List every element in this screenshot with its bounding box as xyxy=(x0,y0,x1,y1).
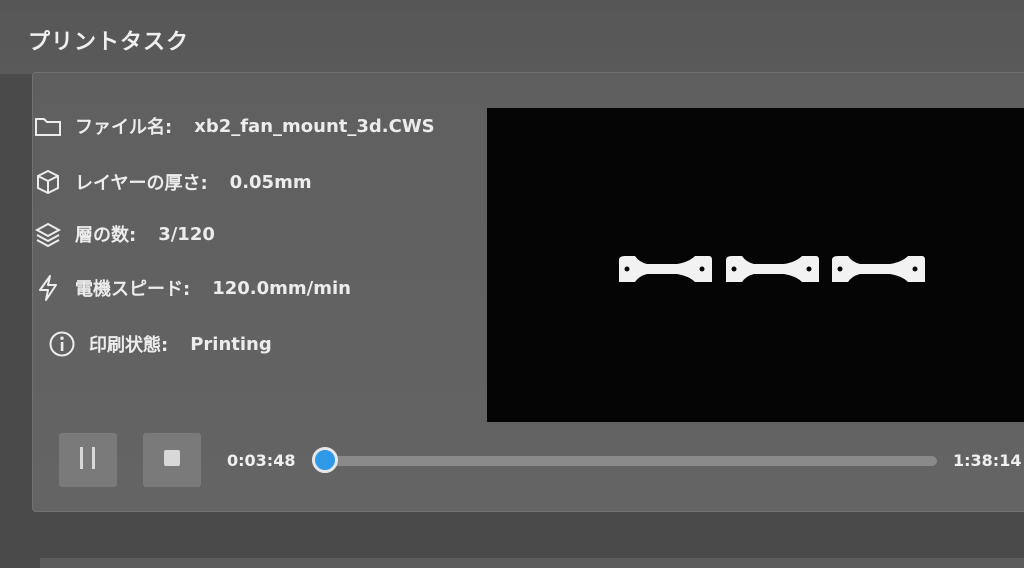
layer-thickness-label: レイヤーの厚さ: xyxy=(75,173,208,194)
next-panel-edge xyxy=(40,558,1024,568)
info-icon xyxy=(47,329,77,359)
file-name-label: ファイル名: xyxy=(75,117,173,138)
model-slice-1 xyxy=(619,256,712,282)
progress-track[interactable] xyxy=(323,456,937,466)
lightning-icon xyxy=(33,273,63,303)
layer-count-value: 3/120 xyxy=(158,223,215,245)
motor-speed-row: 電機スピード: 120.0mm/min xyxy=(33,273,351,303)
model-slice-3 xyxy=(832,256,925,282)
motor-speed-value: 120.0mm/min xyxy=(212,277,351,299)
total-time: 1:38:14 xyxy=(953,451,1022,470)
header-bar: プリントタスク xyxy=(0,0,1024,74)
layers-icon xyxy=(33,219,63,249)
file-name-row: ファイル名: xb2_fan_mount_3d.CWS xyxy=(33,111,435,141)
pause-icon xyxy=(78,445,98,475)
file-name-value: xb2_fan_mount_3d.CWS xyxy=(194,115,435,137)
elapsed-time: 0:03:48 xyxy=(227,451,296,470)
print-task-card: ファイル名: xb2_fan_mount_3d.CWS レイヤーの厚さ: 0.0… xyxy=(32,72,1024,512)
folder-icon xyxy=(33,111,63,141)
page-title: プリントタスク xyxy=(28,30,190,55)
layer-preview xyxy=(487,108,1024,422)
motor-speed-label: 電機スピード: xyxy=(75,279,191,300)
model-slice-2 xyxy=(726,256,819,282)
print-status-row: 印刷状態: Printing xyxy=(47,329,272,359)
layer-thickness-value: 0.05mm xyxy=(229,171,312,193)
pause-button[interactable] xyxy=(59,433,117,487)
stop-button[interactable] xyxy=(143,433,201,487)
layer-count-label: 層の数: xyxy=(75,225,137,246)
layer-count-row: 層の数: 3/120 xyxy=(33,219,215,249)
stop-icon xyxy=(162,448,182,472)
print-status-value: Printing xyxy=(190,333,272,355)
progress-knob[interactable] xyxy=(312,447,338,473)
print-status-label: 印刷状態: xyxy=(89,335,169,356)
layer-thickness-row: レイヤーの厚さ: 0.05mm xyxy=(33,167,312,197)
cube-icon xyxy=(33,167,63,197)
